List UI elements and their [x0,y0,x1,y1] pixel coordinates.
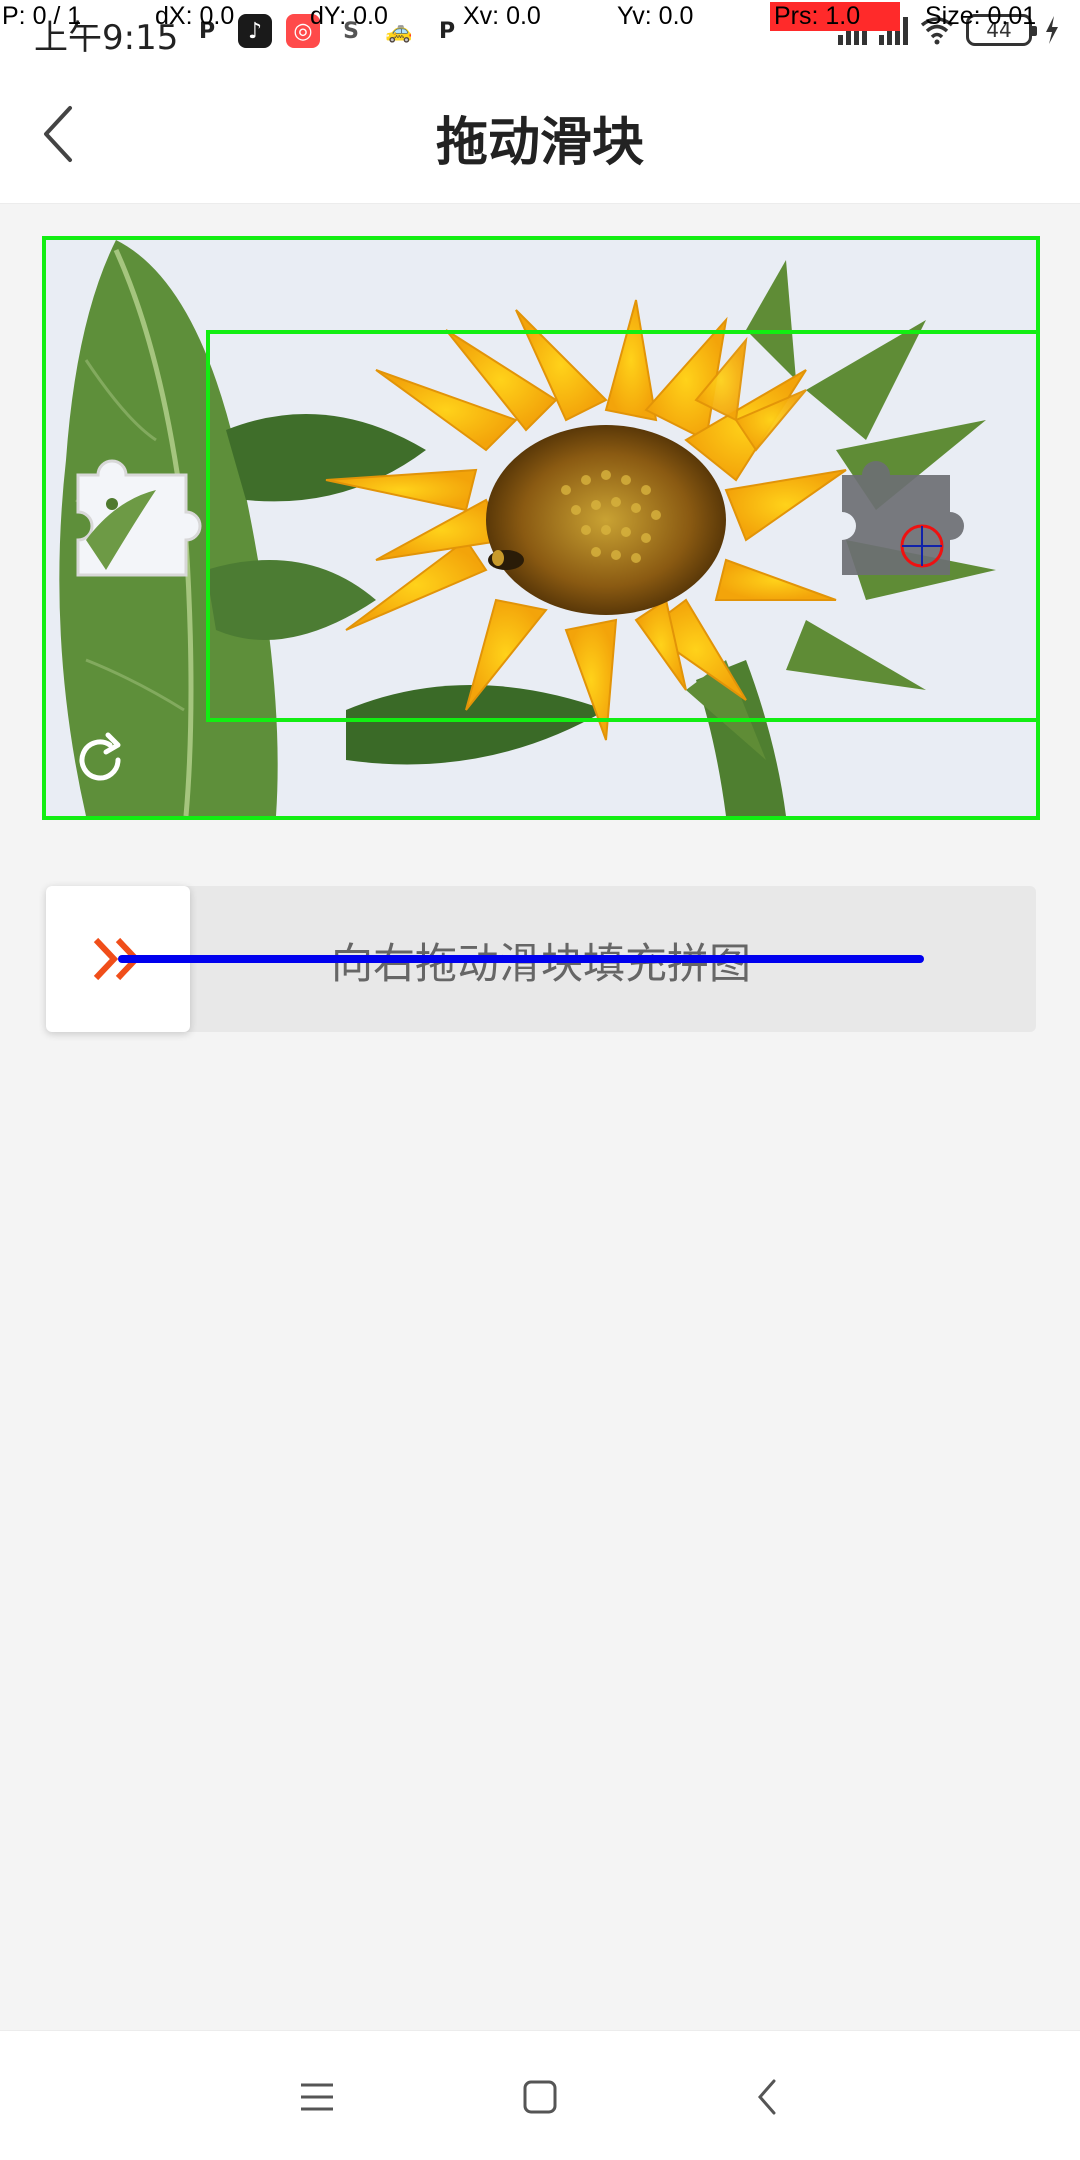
debug-pressure: Prs: 1.0 [770,2,901,31]
debug-dy: dY: 0.0 [310,2,388,30]
menu-button[interactable] [281,2061,353,2133]
menu-icon [301,2083,333,2111]
back-icon [758,2079,776,2115]
debug-size: Size: 0.01 [925,2,1037,30]
title-bar: 拖动滑块 [0,64,1080,204]
nav-back-button[interactable] [731,2061,803,2133]
home-button[interactable] [504,2061,576,2133]
target-crosshair-icon [900,524,944,568]
refresh-icon [79,732,121,781]
pointer-debug-overlay: P: 0 / 1 dX: 0.0 dY: 0.0 Xv: 0.0 Yv: 0.0… [0,0,1080,36]
drag-gesture-trace [118,955,924,963]
refresh-button[interactable] [70,730,130,790]
page-title: 拖动滑块 [435,113,644,173]
debug-xv: Xv: 0.0 [463,2,541,30]
debug-yv: Yv: 0.0 [617,2,694,30]
navigation-bar [0,2030,1080,2160]
puzzle-piece [76,459,202,577]
debug-pointer-count: P: 0 / 1 [2,2,82,30]
home-icon [523,2080,557,2114]
captcha-image [46,240,1036,816]
debug-dx: dX: 0.0 [155,2,235,30]
